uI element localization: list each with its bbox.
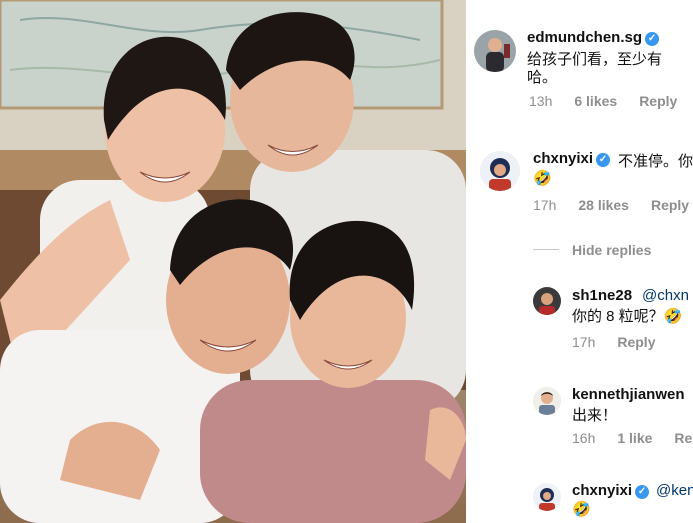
reply-button[interactable]: Reply — [651, 197, 689, 213]
reply-text: 你的 8 粒呢？🤣 — [572, 308, 683, 325]
username-text: edmundchen.sg — [527, 29, 643, 46]
reply-username[interactable]: kennethjianwen — [572, 386, 685, 403]
comment-emoji: 🤣 — [533, 170, 552, 187]
reply-text: 出来！ — [572, 407, 618, 424]
reply-meta: 16h 1 like Repl — [572, 430, 693, 446]
comment-username[interactable]: edmundchen.sg ✓ — [527, 29, 660, 46]
verified-badge-icon: ✓ — [596, 153, 611, 167]
reply-meta: 17h Reply — [572, 334, 677, 350]
reply-button[interactable]: Repl — [674, 430, 693, 446]
comments-panel: edmundchen.sg ✓ 给孩子们看，至少有 哈。 13h 6 likes Re… — [466, 0, 693, 523]
comment-username[interactable]: chxnyixi ✓ — [533, 150, 611, 167]
hide-replies-divider — [533, 249, 559, 250]
avatar-chxnyixi-icon — [533, 483, 561, 511]
likes-count[interactable]: 1 like — [617, 430, 652, 446]
avatar-kennethjianwen-icon — [533, 387, 561, 415]
username-text: sh1ne28 — [572, 287, 633, 304]
username-text: chxnyixi — [533, 150, 594, 167]
verified-badge-icon: ✓ — [635, 485, 650, 499]
avatar-edmundchen-icon — [474, 30, 516, 72]
reply-username[interactable]: sh1ne28 — [572, 287, 632, 304]
comment-time: 13h — [529, 93, 553, 109]
reply-button[interactable]: Reply — [639, 93, 677, 109]
avatar-sh1ne28-icon — [533, 287, 561, 315]
comment-text-cont: 哈。 — [527, 69, 558, 86]
comment-meta: 13h 6 likes Reply — [529, 93, 693, 109]
reply-mention[interactable]: @chxn — [642, 287, 689, 304]
reply-username[interactable]: chxnyixi ✓ — [572, 482, 650, 499]
avatar-chxnyixi-icon — [480, 151, 520, 191]
avatar[interactable] — [533, 387, 561, 415]
likes-count[interactable]: 28 likes — [578, 197, 629, 213]
comment-time: 17h — [533, 197, 557, 213]
family-photo — [0, 0, 466, 523]
family-photo-illustration — [0, 0, 466, 523]
avatar[interactable] — [533, 287, 561, 315]
username-text: kennethjianwen — [572, 386, 685, 403]
comment-meta: 17h 28 likes Reply — [533, 197, 693, 213]
verified-badge-icon: ✓ — [645, 32, 660, 46]
likes-count[interactable]: 6 likes — [574, 93, 617, 109]
hide-replies-button[interactable]: Hide replies — [572, 242, 651, 258]
comment-text: 不准停。你知 — [618, 153, 693, 170]
reply-button[interactable]: Reply — [617, 334, 655, 350]
username-text: chxnyixi — [572, 482, 633, 499]
reply-mention[interactable]: @ken — [656, 482, 693, 499]
reply-time: 16h — [572, 430, 596, 446]
reply-time: 17h — [572, 334, 596, 350]
avatar[interactable] — [480, 151, 520, 191]
avatar[interactable] — [533, 483, 561, 511]
reply-emoji: 🤣 — [572, 501, 591, 518]
avatar[interactable] — [474, 30, 516, 72]
